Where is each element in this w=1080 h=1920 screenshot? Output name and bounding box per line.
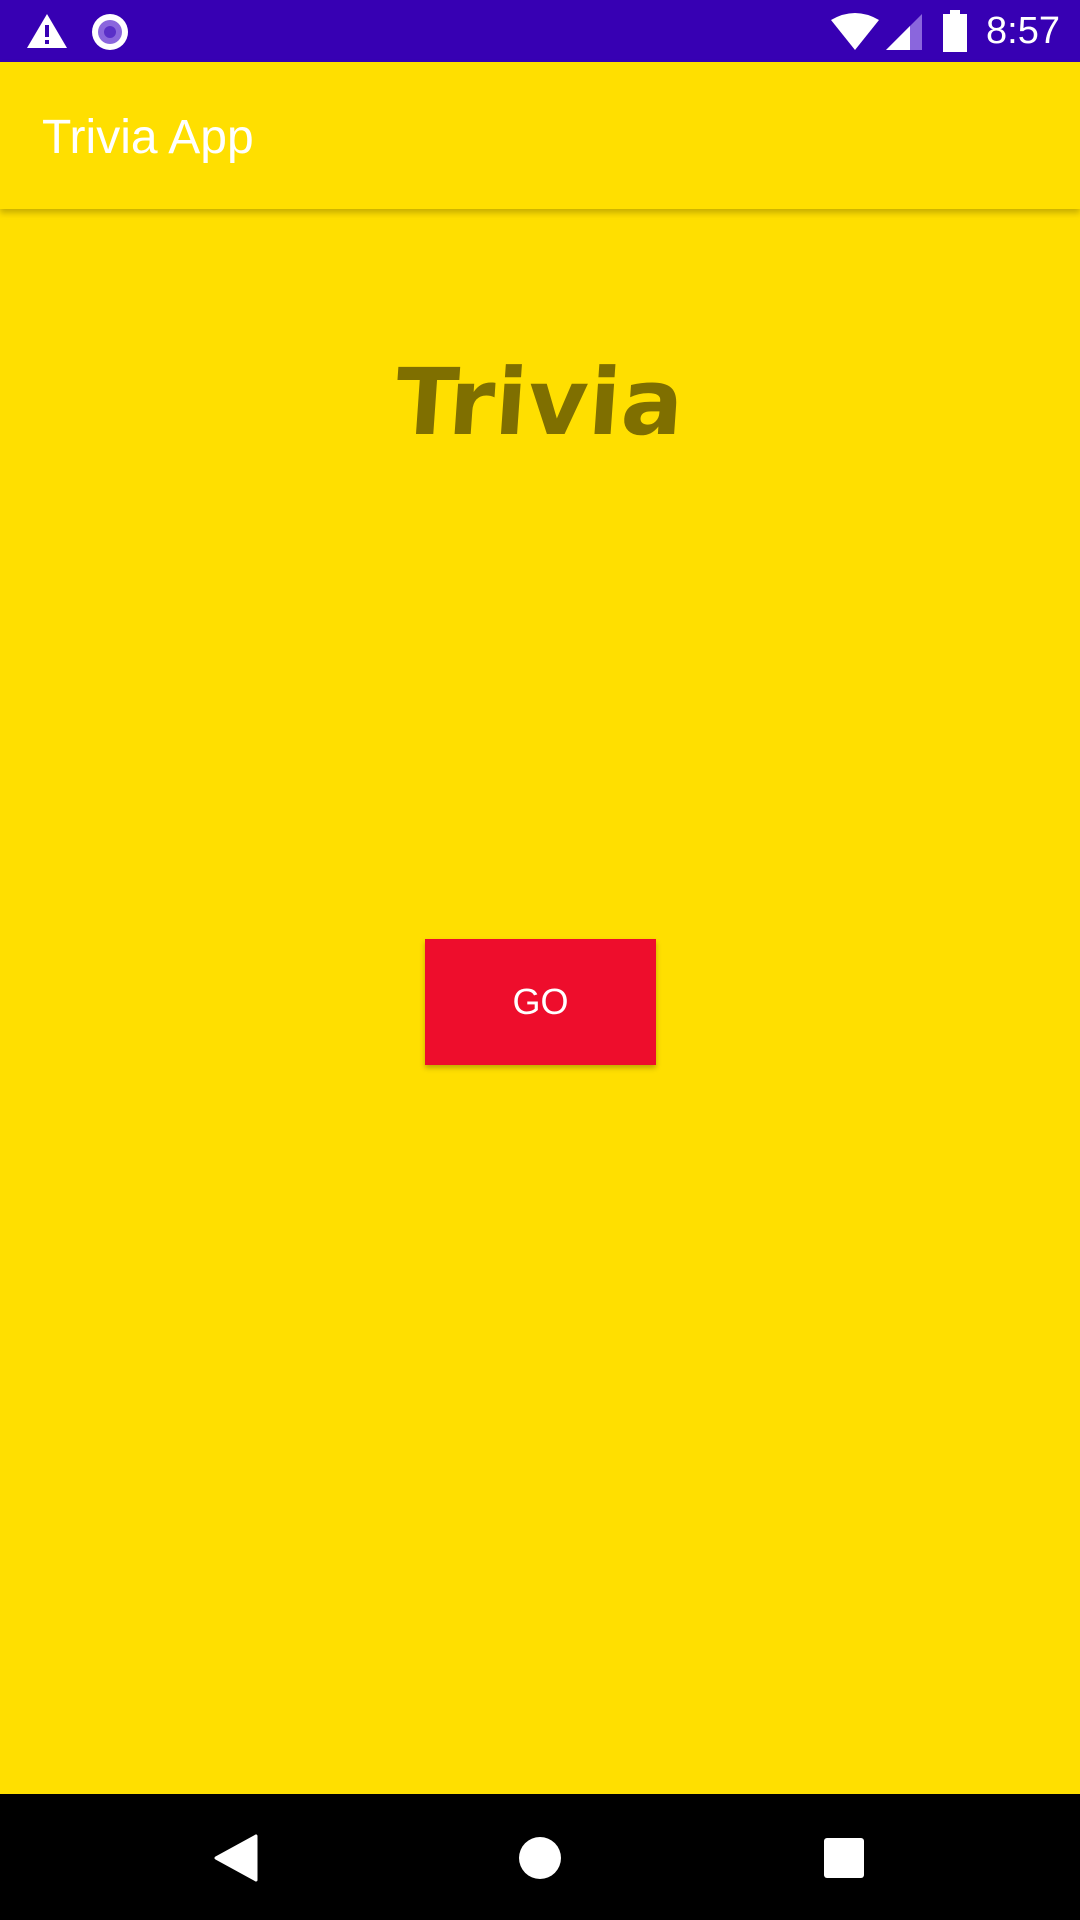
warning-icon xyxy=(27,14,67,48)
recents-icon[interactable] xyxy=(822,1836,866,1880)
status-clock: 8:57 xyxy=(986,10,1060,52)
cell-signal-icon xyxy=(886,14,922,50)
battery-icon xyxy=(943,10,967,52)
app-title: Trivia App xyxy=(42,111,254,164)
status-bar: 8:57 xyxy=(0,0,1080,62)
back-icon[interactable] xyxy=(214,1834,258,1882)
app-bar: Trivia App xyxy=(0,62,1080,209)
navigation-bar xyxy=(0,1794,1080,1920)
home-icon[interactable] xyxy=(518,1836,562,1880)
main-content: Trivia GO xyxy=(0,209,1080,1794)
record-icon xyxy=(92,14,128,50)
go-button[interactable]: GO xyxy=(425,939,656,1065)
wifi-icon xyxy=(831,13,879,50)
screen: 8:57 Trivia App Trivia GO xyxy=(0,0,1080,1920)
trivia-heading: Trivia xyxy=(391,349,689,456)
